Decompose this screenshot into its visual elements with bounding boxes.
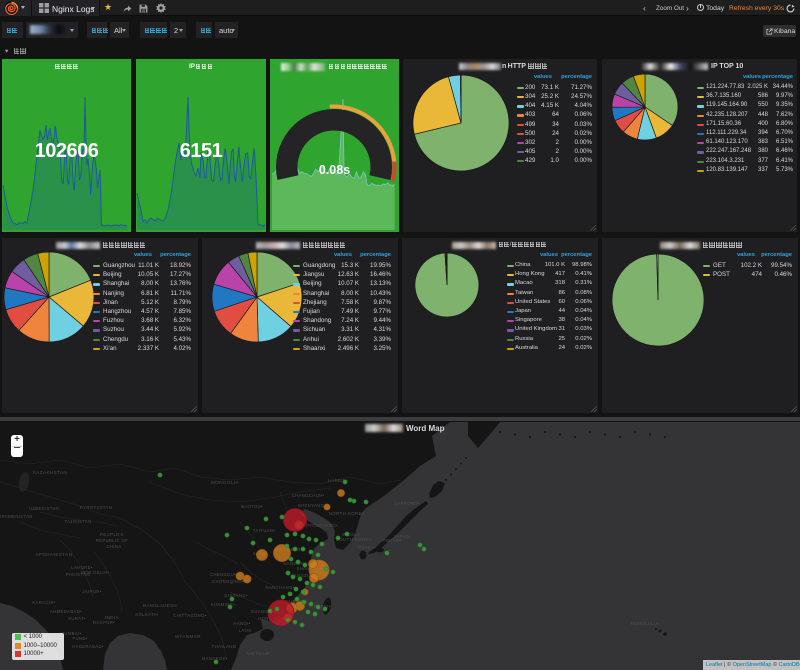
svg-text:REPUBLIC OF: REPUBLIC OF [96, 538, 128, 543]
svg-text:SAPPORO•: SAPPORO• [394, 501, 420, 506]
svg-text:KAZAKHSTAN: KAZAKHSTAN [33, 470, 67, 475]
svg-text:CHINA: CHINA [106, 544, 121, 549]
svg-text:NAGPUR•: NAGPUR• [93, 620, 115, 625]
svg-text:TURKMENISTAN: TURKMENISTAN [0, 514, 33, 519]
svg-text:PEOPLE'S: PEOPLE'S [100, 532, 124, 537]
svg-text:TOKYO•: TOKYO• [383, 538, 402, 543]
svg-text:KYRGYZSTAN: KYRGYZSTAN [80, 505, 112, 510]
svg-text:SOUTH KOREA: SOUTH KOREA [336, 537, 372, 542]
svg-text:MONGOLIA: MONGOLIA [211, 480, 239, 485]
svg-text:HANOI•: HANOI• [233, 621, 250, 626]
svg-text:PYONGYANG•: PYONGYANG• [306, 523, 338, 528]
svg-text:MYANMAR: MYANMAR [175, 634, 201, 639]
svg-text:PUNE•: PUNE• [72, 636, 87, 641]
svg-text:OSAKA•: OSAKA• [358, 545, 376, 550]
svg-text:BANGLADESH: BANGLADESH [143, 603, 177, 608]
svg-text:AHMEDABAD•: AHMEDABAD• [50, 609, 82, 614]
svg-text:CHANGCHUN•: CHANGCHUN• [292, 493, 325, 498]
svg-text:TAJIKISTAN: TAJIKISTAN [64, 519, 91, 524]
svg-text:CHITTAGONG•: CHITTAGONG• [173, 613, 207, 618]
svg-text:THAILAND: THAILAND [212, 644, 237, 649]
svg-text:KARACHI•: KARACHI• [32, 600, 55, 605]
svg-text:SURAT•: SURAT• [68, 616, 86, 621]
svg-text:JAIPUR•: JAIPUR• [82, 589, 101, 594]
svg-text:BAOTOU•: BAOTOU• [241, 504, 263, 509]
svg-text:CHENGDU•: CHENGDU• [210, 572, 236, 577]
svg-text:SHENYANG•: SHENYANG• [298, 503, 326, 508]
svg-text:INDIA: INDIA [105, 615, 120, 620]
svg-text:HYDERABAD•: HYDERABAD• [72, 644, 104, 649]
svg-text:NANCHANG•: NANCHANG• [265, 585, 294, 590]
svg-text:GUIYANG•: GUIYANG• [224, 593, 248, 598]
svg-text:HONOLULU•: HONOLULU• [631, 621, 659, 626]
svg-text:KOLKATA•: KOLKATA• [135, 612, 158, 617]
svg-text:LAOS: LAOS [239, 628, 252, 633]
svg-text:NORTH KOREA: NORTH KOREA [329, 511, 366, 516]
svg-text:VIETNAM: VIETNAM [247, 651, 269, 656]
svg-text:UZBEKISTAN: UZBEKISTAN [29, 506, 59, 511]
svg-text:NEW DELHI•: NEW DELHI• [81, 570, 110, 575]
svg-text:AFGHANISTAN: AFGHANISTAN [36, 552, 73, 557]
svg-text:TAIYUAN•: TAIYUAN• [253, 528, 276, 533]
